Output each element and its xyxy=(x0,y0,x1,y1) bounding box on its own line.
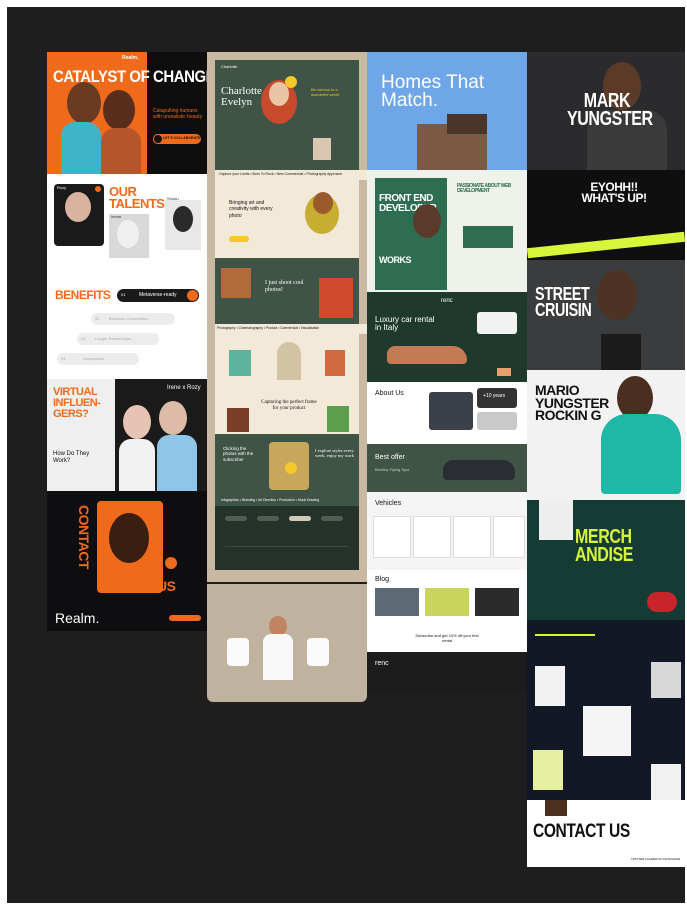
charlotte-services-bar: Photography • Cinematography • Product •… xyxy=(215,324,367,334)
charlotte-page[interactable]: Charlotte Charlotte Evelyn Be curious in… xyxy=(207,52,367,582)
mark-page[interactable]: MARK YUNGSTER EYOHH!! WHAT'S UP! STREET … xyxy=(527,52,685,867)
realm-brand[interactable]: Realm. xyxy=(122,56,138,61)
talent-rozy-plus-icon[interactable] xyxy=(95,186,101,192)
charlotte-section-title: Bringing art and creativity with every p… xyxy=(229,200,273,219)
renc-blog: Blog Subscribe and get 10% off your firs… xyxy=(367,570,527,652)
charlotte-gallery: Capturing the perfect frame for your pro… xyxy=(215,334,359,434)
realm-hero: Realm. CATALYST OF CHANGE Catapulting hu… xyxy=(47,52,207,174)
realm-hero-models-image xyxy=(57,74,147,174)
contact-us: US xyxy=(157,578,176,594)
charlotte-footer xyxy=(215,506,359,570)
renc-footer: renc xyxy=(367,652,527,692)
charlotte-shoot-title: I just shoot cool photos! xyxy=(265,280,304,293)
charlotte-brand[interactable]: Charlotte xyxy=(221,65,237,69)
benefit-row-2[interactable]: 02 Business Consultation xyxy=(91,313,175,325)
irene-rozy-label: Irene x Rozy xyxy=(167,385,201,391)
mark-merch-section: MERCH ANDISE xyxy=(527,500,685,620)
developer-page: FRONT END DEVELOPER WORKS PASSIONATE ABO… xyxy=(367,170,527,292)
renc-hero-title: Luxury car rental in Italy xyxy=(375,315,435,332)
mark-social-links[interactable]: TWITTER FACEBOOK INSTAGRAM xyxy=(631,858,680,861)
newsletter-title: Subscribe and get 10% off your first ren… xyxy=(415,633,479,643)
shirt-showcase xyxy=(207,584,367,702)
realm-virtual-section: VIRTUAL INFLUEN-GERS? How Do They Work? … xyxy=(47,379,207,491)
clicking-play-icon[interactable] xyxy=(285,462,297,474)
charlotte-clicking-section: Clicking the photos with the subscriber … xyxy=(215,434,359,496)
mark-gallery-section xyxy=(527,620,685,800)
benefit-1-arrow-icon[interactable] xyxy=(187,290,198,301)
benefits-title: BENEFITS xyxy=(55,288,111,302)
charlotte-hero-name: Charlotte Evelyn xyxy=(221,85,262,108)
realm-footer-button[interactable] xyxy=(169,615,201,621)
benefit-row-3[interactable]: 03 Longer Partnerships xyxy=(77,333,159,345)
charlotte-marquee: Capture your Limits • Born To Rock • New… xyxy=(215,170,367,180)
realm-page[interactable]: Realm. CATALYST OF CHANGE Catapulting hu… xyxy=(47,52,207,631)
homes-headline: Homes That Match. xyxy=(381,72,485,112)
merch-title: MERCH ANDISE xyxy=(575,526,634,566)
virtual-title: VIRTUAL INFLUEN-GERS? xyxy=(53,386,101,420)
realm-talents-section: Rozy OUR TALENTS Imma Shudu xyxy=(47,174,207,259)
charlotte-tags-bar: Infographics • Branding • Art Direction … xyxy=(215,496,359,506)
renc-vehicles: Vehicles xyxy=(367,492,527,570)
realm-hero-subtitle: Catapulting humans with unrealistic beau… xyxy=(153,108,203,120)
renc-footer-brand: renc xyxy=(375,660,389,667)
blog-title: Blog xyxy=(375,576,390,583)
charlotte-art-section: Bringing art and creativity with every p… xyxy=(215,180,359,258)
realm-footer-brand: Realm. xyxy=(55,610,100,626)
mark-street-section: STREET CRUISIN xyxy=(527,260,685,370)
renc-hero: renc Luxury car rental in Italy xyxy=(367,292,527,382)
mark-contact-title: CONTACT US xyxy=(533,821,630,842)
explore-title: I explore styles every week, enjoy my wo… xyxy=(315,448,354,459)
contact-title: CONTACT xyxy=(76,505,92,569)
benefit-row-4[interactable]: 04 Uniqueness xyxy=(57,353,139,365)
charlotte-yellow-button[interactable] xyxy=(229,236,249,242)
realm-cta-arrow-icon[interactable] xyxy=(153,134,163,144)
talent-shudu-label: Shudu xyxy=(167,196,179,201)
renc-page[interactable]: renc Luxury car rental in Italy About Us… xyxy=(367,292,527,692)
clicking-title: Clicking the photos with the subscriber xyxy=(223,446,254,462)
talent-rozy-label: Rozy xyxy=(57,185,67,190)
how-title: How Do They Work? xyxy=(53,451,90,464)
charlotte-play-icon[interactable] xyxy=(285,76,297,88)
vehicles-title: Vehicles xyxy=(375,500,402,507)
mark-hero-title: MARK YUNGSTER xyxy=(567,90,653,130)
charlotte-shoot-section: I just shoot cool photos! xyxy=(215,258,359,324)
years-label: +10 years xyxy=(483,393,506,399)
talent-imma-label: Imma xyxy=(111,214,121,219)
street-title: STREET CRUISIN xyxy=(535,284,592,321)
realm-benefits-section: BENEFITS 01 Metaverse-ready 02 Business … xyxy=(47,259,207,379)
about-title: About Us xyxy=(375,390,404,397)
passionate-title: PASSIONATE ABOUT WEB DEVELOPMENT xyxy=(457,183,511,194)
renc-best-offer: Best offer Bentley Flying Spur xyxy=(367,444,527,492)
capturing-title: Capturing the perfect frame for your pro… xyxy=(261,400,317,411)
canvas: Realm. CATALYST OF CHANGE Catapulting hu… xyxy=(7,7,685,903)
contact-arrow-icon[interactable] xyxy=(165,557,177,569)
renc-about: About Us +10 years xyxy=(367,382,527,444)
realm-contact-section: CONTACT US Realm. xyxy=(47,491,207,631)
best-offer-car: Bentley Flying Spur xyxy=(375,467,410,472)
renc-brand[interactable]: renc xyxy=(441,298,453,304)
mark-hero: MARK YUNGSTER xyxy=(527,52,685,170)
mark-mario-section: MARIO YUNGSTER ROCKIN G xyxy=(527,370,685,500)
eyohh-title: EYOHH!! WHAT'S UP! xyxy=(581,180,647,206)
homes-page[interactable]: Homes That Match. xyxy=(367,52,527,170)
mark-contact-section: CONTACT US TWITTER FACEBOOK INSTAGRAM xyxy=(527,800,685,867)
realm-hero-title: CATALYST OF CHANGE xyxy=(53,67,207,86)
mark-eyohh-section: EYOHH!! WHAT'S UP! xyxy=(527,170,685,260)
works-title: WORKS xyxy=(379,255,412,265)
charlotte-tagline: Be curious in a wonderful world xyxy=(311,87,340,97)
mario-title: MARIO YUNGSTER ROCKIN G xyxy=(535,382,609,424)
charlotte-hero: Charlotte Charlotte Evelyn Be curious in… xyxy=(215,60,359,170)
talents-title: OUR TALENTS xyxy=(109,184,165,211)
best-offer-title: Best offer xyxy=(375,454,405,461)
